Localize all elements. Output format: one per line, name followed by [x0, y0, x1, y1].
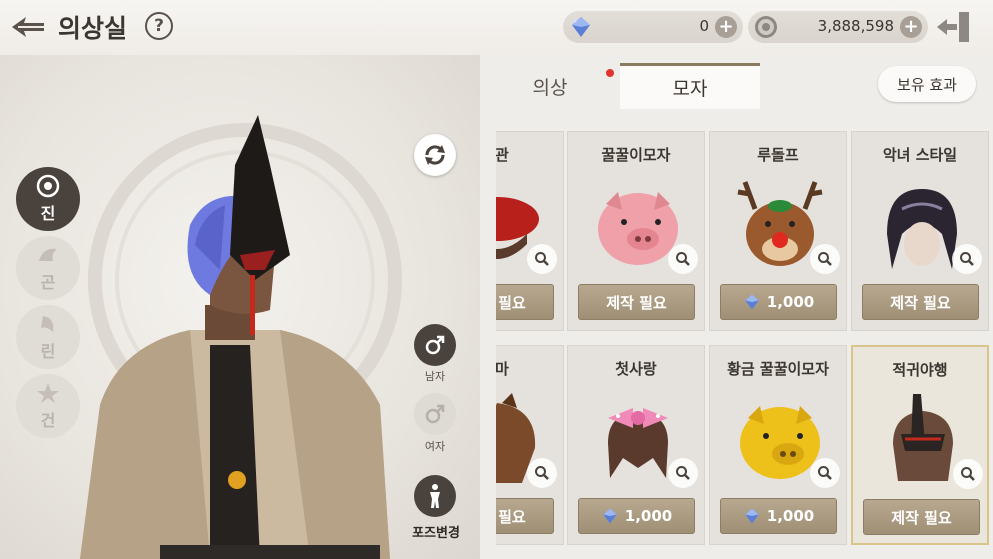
- gem-price-button[interactable]: 1,000: [720, 498, 837, 534]
- action-label: 제작 필요: [496, 507, 526, 526]
- exit-door-icon[interactable]: [935, 10, 973, 44]
- male-button[interactable]: [414, 324, 456, 366]
- owned-effects-button[interactable]: 보유 효과: [878, 66, 976, 102]
- item-name: 꿀꿀이모자: [601, 146, 671, 164]
- male-icon: [425, 335, 445, 355]
- item-card[interactable]: 첫사랑 1,000: [567, 345, 705, 545]
- rotate-icon: [425, 145, 445, 165]
- race-label: 건: [40, 411, 56, 430]
- coin-balance: 3,888,598 +: [748, 11, 928, 43]
- race-gun-button[interactable]: 건: [16, 374, 80, 438]
- race-gon-button[interactable]: 곤: [16, 236, 80, 300]
- blue-gem-icon: [745, 294, 759, 310]
- zoom-icon[interactable]: [810, 458, 840, 488]
- add-gems-button[interactable]: +: [715, 16, 737, 38]
- item-card[interactable]: 봉관 제작 필요: [496, 131, 564, 331]
- zoom-icon[interactable]: [810, 244, 840, 274]
- item-card[interactable]: 루돌프 1,000: [709, 131, 847, 331]
- tab-label: 의상: [532, 76, 568, 99]
- craft-required-button[interactable]: 제작 필요: [496, 498, 554, 534]
- item-card[interactable]: 악녀 스타일 제작 필요: [851, 131, 989, 331]
- craft-required-button[interactable]: 제작 필요: [863, 499, 980, 535]
- item-name: 수마: [496, 360, 509, 378]
- coin-value: 3,888,598: [817, 17, 894, 35]
- silver-coin-icon: [754, 15, 778, 39]
- price-label: 1,000: [624, 507, 673, 525]
- character-model: [80, 115, 390, 559]
- price-label: 1,000: [766, 507, 815, 525]
- tab-hat[interactable]: 모자: [620, 63, 760, 109]
- zoom-icon[interactable]: [527, 458, 557, 488]
- zoom-icon[interactable]: [668, 458, 698, 488]
- price-label: 1,000: [766, 293, 815, 311]
- pose-change-button[interactable]: [414, 475, 456, 517]
- race-label: 린: [40, 342, 56, 361]
- gem-price-button[interactable]: 1,000: [578, 498, 695, 534]
- rotate-camera-button[interactable]: [414, 134, 456, 176]
- question-circle-icon[interactable]: ?: [145, 12, 173, 40]
- top-bar: 의상실 ? 0 + 3,888,598 +: [0, 0, 993, 55]
- notification-dot: [606, 69, 614, 77]
- gem-price-button[interactable]: 1,000: [720, 284, 837, 320]
- blue-gem-icon: [569, 15, 593, 39]
- item-grid: 봉관 제작 필요 꿀꿀이모자 제작 필요 루돌프: [496, 119, 993, 559]
- gun-emblem-icon: [35, 381, 61, 405]
- item-name: 루돌프: [757, 146, 799, 164]
- action-label: 제작 필요: [606, 293, 667, 312]
- page-title: 의상실: [58, 14, 128, 43]
- race-jin-button[interactable]: 진: [16, 167, 80, 231]
- craft-required-button[interactable]: 제작 필요: [578, 284, 695, 320]
- tab-costume[interactable]: 의상: [480, 63, 620, 109]
- blue-gem-icon: [603, 508, 617, 524]
- item-card-selected[interactable]: 적귀야행 제작 필요: [851, 345, 989, 545]
- person-pose-icon: [430, 484, 440, 508]
- back-arrow-icon[interactable]: [8, 12, 48, 42]
- item-name: 적귀야행: [892, 361, 948, 379]
- item-name: 황금 꿀꿀이모자: [727, 360, 829, 378]
- gem-balance: 0 +: [563, 11, 743, 43]
- item-name: 첫사랑: [615, 360, 657, 378]
- female-button[interactable]: [414, 393, 456, 435]
- gon-emblem-icon: [35, 243, 61, 267]
- character-preview-stage[interactable]: 진 곤 린 건 남자 여자: [0, 55, 480, 559]
- jin-emblem-icon: [35, 174, 61, 198]
- item-card[interactable]: 황금 꿀꿀이모자 1,000: [709, 345, 847, 545]
- race-lyn-button[interactable]: 린: [16, 305, 80, 369]
- craft-required-button[interactable]: 제작 필요: [496, 284, 554, 320]
- zoom-icon[interactable]: [668, 244, 698, 274]
- item-card[interactable]: 꿀꿀이모자 제작 필요: [567, 131, 705, 331]
- item-name: 봉관: [496, 146, 509, 164]
- female-label: 여자: [424, 440, 446, 453]
- tab-label: 모자: [672, 78, 708, 100]
- zoom-icon[interactable]: [527, 244, 557, 274]
- blue-gem-icon: [745, 508, 759, 524]
- lyn-emblem-icon: [35, 312, 61, 336]
- zoom-icon[interactable]: [953, 459, 983, 489]
- race-label: 곤: [40, 273, 56, 292]
- item-name: 악녀 스타일: [882, 146, 958, 164]
- pose-change-label: 포즈변경: [412, 526, 460, 541]
- gem-value: 0: [699, 17, 709, 35]
- craft-required-button[interactable]: 제작 필요: [862, 284, 979, 320]
- female-icon: [425, 404, 445, 424]
- race-label: 진: [40, 204, 56, 223]
- add-coins-button[interactable]: +: [900, 16, 922, 38]
- item-card[interactable]: 수마 제작 필요: [496, 345, 564, 545]
- male-label: 남자: [424, 370, 446, 383]
- zoom-icon[interactable]: [952, 244, 982, 274]
- action-label: 제작 필요: [890, 293, 951, 312]
- action-label: 제작 필요: [496, 293, 526, 312]
- action-label: 제작 필요: [891, 508, 952, 527]
